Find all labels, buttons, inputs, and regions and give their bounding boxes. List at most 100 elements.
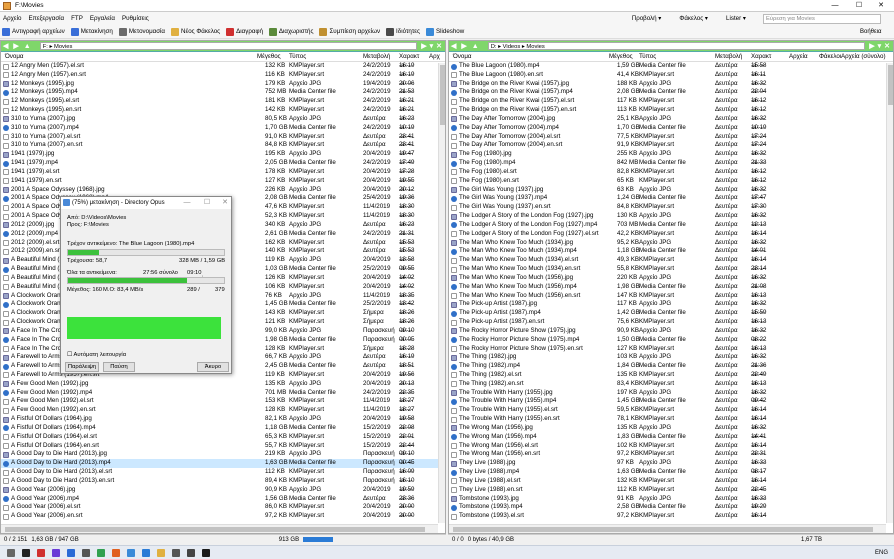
file-row[interactable]: The Girl Was Young (1937).jpg 63 KB Αρχείο… bbox=[449, 186, 893, 195]
mail-icon[interactable] bbox=[67, 548, 75, 557]
file-row[interactable]: They Live (1988).en.srt 112 KB KMPlayer.sr… bbox=[449, 486, 893, 495]
file-row[interactable]: 2001 A Space Odyssey (1968).jpg 226 KB Αρχ… bbox=[1, 186, 445, 195]
file-row[interactable]: Tombstone (1993).mp4 2,58 GB Media Center … bbox=[449, 503, 893, 512]
file-row[interactable]: The Pick-up Artist (1987).en.srt 75,6 KB K… bbox=[449, 318, 893, 327]
file-row[interactable]: The Fog (1980).mp4 842 MB Media Center fil… bbox=[449, 159, 893, 168]
file-row[interactable]: 1941 (1979).el.srt 178 KB KMPlayer.srt 20/4… bbox=[1, 168, 445, 177]
chrome-icon[interactable] bbox=[97, 548, 105, 557]
search-input[interactable]: Εύρεση για Movies bbox=[763, 14, 881, 24]
forward-icon[interactable]: ▶ bbox=[461, 42, 466, 50]
toolbar-button[interactable]: Διαγραφή bbox=[226, 27, 263, 36]
column-7[interactable]: Αρχεία (σύνολο) bbox=[841, 53, 886, 60]
file-row[interactable]: A Good Day to Die Hard (2013).jpg 219 KB Α… bbox=[1, 450, 445, 459]
file-row[interactable]: The Lodger A Story of the London Fog (19… bbox=[449, 230, 893, 239]
file-row[interactable]: A Good Year (2006).el.srt 86,0 KB KMPlayer… bbox=[1, 503, 445, 512]
file-row[interactable]: The Bridge on the River Kwai (1957).mp4 2… bbox=[449, 88, 893, 97]
file-row[interactable]: The Rocky Horror Picture Show (1975).jpg… bbox=[449, 327, 893, 336]
file-row[interactable]: The Man Who Knew Too Much (1956).jpg 220 … bbox=[449, 274, 893, 283]
toolbar-button[interactable]: Συμπίεση αρχείων bbox=[319, 27, 380, 36]
file-row[interactable]: A Good Day to Die Hard (2013).el.srt 112 … bbox=[1, 468, 445, 477]
path-input[interactable]: F: ▸ Movies bbox=[39, 42, 418, 50]
file-row[interactable]: 12 Monkeys (1995).el.srt 181 KB KMPlayer.s… bbox=[1, 97, 445, 106]
store-icon[interactable] bbox=[82, 548, 90, 557]
scroll-thumb[interactable] bbox=[888, 65, 893, 105]
file-row[interactable]: A Good Year (2006).en.srt 97,2 KB KMPlayer… bbox=[1, 512, 445, 521]
settings-icon[interactable] bbox=[7, 548, 15, 557]
scroll-thumb[interactable] bbox=[453, 527, 873, 532]
file-row[interactable]: The Rocky Horror Picture Show (1975).en.… bbox=[449, 345, 893, 354]
column-6[interactable]: Φάκελοι bbox=[819, 53, 841, 60]
file-row[interactable]: The Man Who Knew Too Much (1956).en.srt 1… bbox=[449, 292, 893, 301]
file-row[interactable]: 12 Monkeys (1995).en.srt 142 KB KMPlayer.s… bbox=[1, 106, 445, 115]
file-row[interactable]: The Lodger A Story of the London Fog (19… bbox=[449, 221, 893, 230]
toolbar-button[interactable]: Μετακίνηση bbox=[70, 27, 113, 36]
file-row[interactable]: A Good Day to Die Hard (2013).en.srt 89,4… bbox=[1, 477, 445, 486]
go-icon[interactable]: ▶ bbox=[869, 42, 874, 50]
view-menu-item[interactable]: Φάκελος ▾ bbox=[679, 15, 708, 22]
file-row[interactable]: The Trouble With Harry (1955).mp4 1,45 GB… bbox=[449, 397, 893, 406]
file-row[interactable]: The Trouble With Harry (1955).el.srt 59,5… bbox=[449, 406, 893, 415]
file-row[interactable]: The Rocky Horror Picture Show (1975).mp4… bbox=[449, 336, 893, 345]
file-row[interactable]: 1941 (1979).jpg 195 KB Αρχείο JPG 20/4/2019… bbox=[1, 150, 445, 159]
toolbar-button[interactable]: Αντιγραφή αρχείων bbox=[2, 27, 65, 36]
toolbar-button[interactable]: Μετονομασία bbox=[118, 27, 165, 36]
file-row[interactable]: The Blue Lagoon (1980).mp4 1,59 GB Media C… bbox=[449, 62, 893, 71]
file-row[interactable]: The Fog (1980).el.srt 82,8 KB KMPlayer.srt… bbox=[449, 168, 893, 177]
file-row[interactable]: The Man Who Knew Too Much (1934).mp4 1,18… bbox=[449, 247, 893, 256]
file-row[interactable]: A Good Year (2006).jpg 90,9 KB Αρχείο JPG 2… bbox=[1, 486, 445, 495]
file-row[interactable]: They Live (1988).mp4 1,63 GB Media Center … bbox=[449, 468, 893, 477]
file-row[interactable]: The Trouble With Harry (1955).en.srt 78,1… bbox=[449, 415, 893, 424]
maximize-icon[interactable]: ☐ bbox=[848, 0, 870, 12]
column-2[interactable]: Τύπος bbox=[639, 53, 656, 60]
file-row[interactable]: The Man Who Knew Too Much (1934).en.srt 5… bbox=[449, 265, 893, 274]
menu-icon[interactable]: ▾ bbox=[430, 42, 434, 50]
file-row[interactable]: Tombstone (1993).el.srt 97,2 KB KMPlayer.s… bbox=[449, 512, 893, 521]
file-row[interactable]: The Man Who Knew Too Much (1956).mp4 1,98… bbox=[449, 283, 893, 292]
file-row[interactable]: The Pick-up Artist (1987).jpg 117 KB Αρχεί… bbox=[449, 300, 893, 309]
file-row[interactable]: The Day After Tomorrow (2004).mp4 1,70 GB… bbox=[449, 124, 893, 133]
search-icon[interactable] bbox=[187, 548, 195, 557]
column-4[interactable]: Χαρακτ bbox=[399, 53, 419, 60]
file-row[interactable]: The Thing (1982).jpg 103 KB Αρχείο JPG Δευτ… bbox=[449, 353, 893, 362]
file-row[interactable]: The Thing (1982).el.srt 135 KB KMPlayer.sr… bbox=[449, 371, 893, 380]
go-icon[interactable]: ▶ bbox=[421, 42, 426, 50]
file-row[interactable]: A Fistful Of Dollars (1964).en.srt 55,7 K… bbox=[1, 442, 445, 451]
file-row[interactable]: The Man Who Knew Too Much (1934).jpg 95,2… bbox=[449, 239, 893, 248]
explorer-icon[interactable] bbox=[157, 548, 165, 557]
up-icon[interactable]: ▲ bbox=[472, 43, 479, 50]
file-row[interactable]: The Trouble With Harry (1955).jpg 197 KB Α… bbox=[449, 389, 893, 398]
column-4[interactable]: Χαρακτ bbox=[751, 53, 771, 60]
file-row[interactable]: A Good Day to Die Hard (2013).mp4 1,63 GB… bbox=[1, 459, 445, 469]
file-row[interactable]: The Bridge on the River Kwai (1957).en.s… bbox=[449, 106, 893, 115]
right-file-pane[interactable]: ◀ ▶ ▲ D: ▸ Videos ▸ Movies ▶ ▾ ✕ Όνομα Μέγεθος Τύ… bbox=[448, 40, 894, 534]
file-row[interactable]: The Wrong Man (1956).jpg 135 KB Αρχείο JPG… bbox=[449, 424, 893, 433]
scroll-thumb[interactable] bbox=[440, 65, 445, 125]
file-row[interactable]: The Man Who Knew Too Much (1934).el.srt 4… bbox=[449, 256, 893, 265]
file-row[interactable]: The Girl Was Young (1937).mp4 1,24 GB Medi… bbox=[449, 194, 893, 203]
file-row[interactable]: A Few Good Men (1992).mp4 701 MB Media Cen… bbox=[1, 389, 445, 398]
edge-icon[interactable] bbox=[142, 548, 150, 557]
file-row[interactable]: The Day After Tomorrow (2004).jpg 25,1 KB… bbox=[449, 115, 893, 124]
file-row[interactable]: A Few Good Men (1992).jpg 135 KB Αρχείο JP… bbox=[1, 380, 445, 389]
file-row[interactable]: The Blue Lagoon (1980).en.srt 41,4 KB KMPl… bbox=[449, 71, 893, 80]
toolbar-button[interactable]: Διαχωριστής bbox=[268, 27, 313, 36]
file-row[interactable]: The Thing (1982).mp4 1,84 GB Media Center … bbox=[449, 362, 893, 371]
file-row[interactable]: The Wrong Man (1956).el.srt 102 KB KMPlaye… bbox=[449, 442, 893, 451]
start-icon[interactable] bbox=[202, 548, 210, 557]
file-row[interactable]: The Lodger A Story of the London Fog (19… bbox=[449, 212, 893, 221]
file-row[interactable]: 1941 (1979).mp4 2,05 GB Media Center file 2… bbox=[1, 159, 445, 168]
task-view-icon[interactable] bbox=[172, 548, 180, 557]
minimize-icon[interactable]: — bbox=[824, 0, 846, 12]
file-row[interactable]: 310 to Yuma (2007).jpg 80,5 KB Αρχείο JPG Δ… bbox=[1, 115, 445, 124]
scroll-thumb[interactable] bbox=[5, 527, 425, 532]
auto-mode-checkbox[interactable]: ☐ Αυτόματη λειτουργία bbox=[67, 352, 126, 358]
cancel-button[interactable]: Άκυρο bbox=[197, 362, 229, 372]
file-row[interactable]: The Thing (1982).en.srt 83,4 KB KMPlayer.s… bbox=[449, 380, 893, 389]
dialog-close-icon[interactable]: ✕ bbox=[219, 197, 231, 209]
menu-item[interactable]: Ρυθμίσεις bbox=[122, 15, 149, 22]
menu-item[interactable]: Αρχείο bbox=[3, 15, 21, 22]
file-row[interactable]: 12 Angry Men (1957).el.srt 132 KB KMPlayer… bbox=[1, 62, 445, 71]
column-0[interactable]: Όνομα bbox=[453, 53, 471, 60]
vertical-scrollbar[interactable] bbox=[886, 63, 893, 523]
column-1[interactable]: Μέγεθος bbox=[257, 53, 281, 60]
